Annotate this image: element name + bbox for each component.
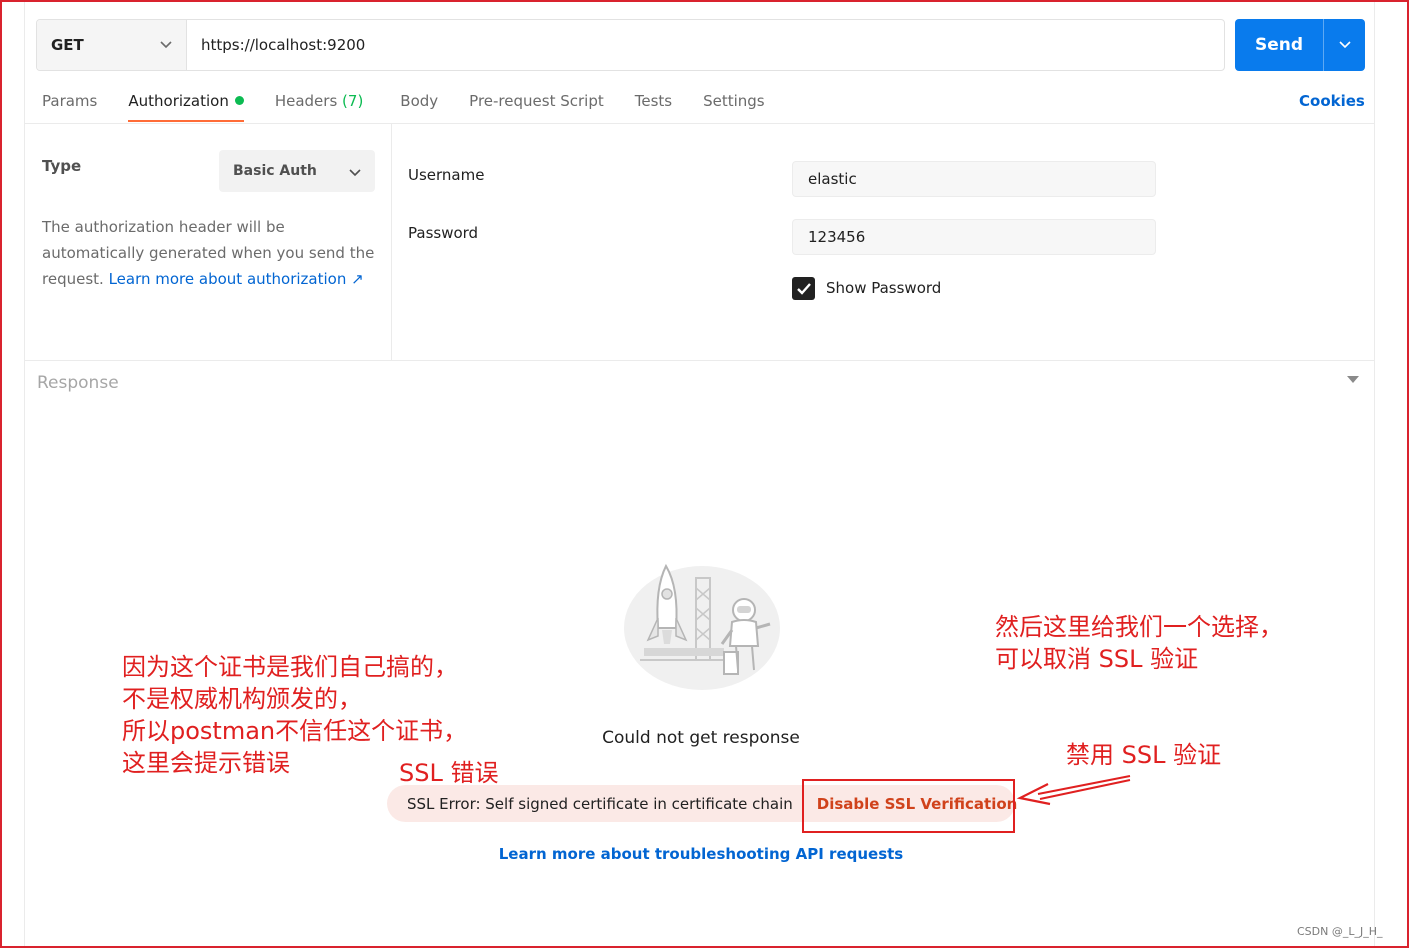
auth-type-value: Basic Auth (233, 163, 317, 179)
tab-label: Settings (703, 92, 765, 110)
watermark: CSDN @_L_J_H_ (1297, 925, 1383, 938)
tab-settings[interactable]: Settings (703, 88, 765, 122)
response-divider (25, 360, 1374, 361)
annotation-line: 然后这里给我们一个选择， (995, 613, 1283, 641)
tab-label: Headers (274, 92, 338, 110)
password-field[interactable]: 123456 (792, 219, 1156, 255)
no-response-message: Could not get response (602, 728, 800, 748)
tab-label: Authorization (128, 92, 229, 110)
annotation-ssl-error: SSL 错误 (399, 759, 499, 787)
auth-type-label: Type (42, 157, 82, 175)
annotation-line: 因为这个证书是我们自己搞的， (122, 653, 458, 681)
collapse-caret-icon[interactable] (1347, 373, 1359, 387)
checkmark-icon (796, 283, 811, 295)
tab-headers[interactable]: Headers (7) (275, 88, 363, 122)
tab-label: Pre-request Script (469, 92, 604, 110)
url-input[interactable]: https://localhost:9200 (187, 20, 1224, 70)
auth-type-select[interactable]: Basic Auth (219, 150, 375, 192)
tab-count: (7) (342, 92, 364, 110)
response-title: Response (37, 373, 119, 393)
annotation-line: 不是权威机构颁发的， (122, 685, 362, 713)
tab-label: Params (42, 92, 98, 110)
annotation-line: 可以取消 SSL 验证 (995, 645, 1199, 673)
method-select[interactable]: GET (37, 20, 187, 70)
panel-border-right (1374, 0, 1375, 948)
send-button-group: Send (1235, 19, 1365, 71)
show-password-checkbox[interactable] (792, 277, 815, 300)
panel-border-left (24, 0, 25, 948)
annotation-line: 所以postman不信任这个证书， (122, 717, 468, 745)
request-tabs: Params Authorization Headers (7) Body Pr… (42, 88, 796, 124)
tab-label: Tests (634, 92, 673, 110)
tab-pre-request-script[interactable]: Pre-request Script (469, 88, 604, 122)
tab-authorization[interactable]: Authorization (128, 88, 245, 122)
tab-params[interactable]: Params (42, 88, 97, 122)
tab-label: Body (400, 92, 439, 110)
show-password-label: Show Password (826, 279, 942, 297)
chevron-down-icon (1338, 41, 1351, 49)
tabs-divider (25, 123, 1374, 124)
auth-description: The authorization header will be automat… (42, 214, 378, 292)
send-options-button[interactable] (1323, 19, 1365, 71)
username-field[interactable]: elastic (792, 161, 1156, 197)
cookies-link[interactable]: Cookies (1299, 88, 1365, 114)
annotation-arrow-icon (1016, 775, 1131, 806)
column-divider (391, 124, 392, 360)
method-value: GET (51, 36, 84, 54)
request-url-bar: GET https://localhost:9200 (36, 19, 1225, 71)
annotation-highlight-box (802, 779, 1015, 833)
rocket-illustration-icon (620, 548, 785, 693)
troubleshooting-link[interactable]: Learn more about troubleshooting API req… (480, 845, 922, 863)
tab-body[interactable]: Body (400, 88, 438, 122)
password-label: Password (408, 224, 479, 242)
status-dot-icon (234, 96, 244, 105)
send-button[interactable]: Send (1235, 19, 1323, 71)
learn-auth-link[interactable]: Learn more about authorization ↗ (109, 270, 364, 288)
annotation-right: 然后这里给我们一个选择， 可以取消 SSL 验证 (995, 611, 1283, 675)
username-label: Username (408, 166, 485, 184)
chevron-down-icon (349, 162, 361, 181)
annotation-disable-ssl: 禁用 SSL 验证 (1066, 741, 1222, 769)
chevron-down-icon (160, 38, 172, 53)
tab-tests[interactable]: Tests (635, 88, 672, 122)
ssl-error-text: SSL Error: Self signed certificate in ce… (407, 794, 793, 813)
